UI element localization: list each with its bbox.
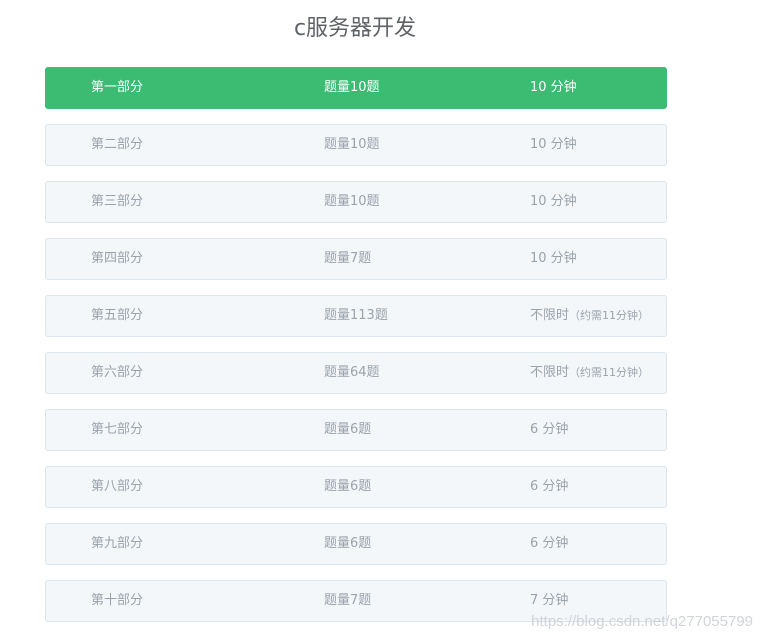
part-time: 10 分钟 <box>530 182 577 222</box>
part-question-count: 题量64题 <box>324 365 380 380</box>
part-time-value: 7 分钟 <box>530 593 569 608</box>
part-row-1[interactable]: 第一部分 题量10题 10 分钟 <box>45 67 667 109</box>
part-time-value: 10 分钟 <box>530 251 577 266</box>
part-question-count: 题量6题 <box>324 422 372 437</box>
part-question-count: 题量10题 <box>324 194 380 209</box>
part-name: 第十部分 <box>91 593 144 608</box>
part-time: 10 分钟 <box>530 239 577 279</box>
watermark-text: https://blog.csdn.net/q277055799 <box>531 613 753 630</box>
part-question-count: 题量7题 <box>324 251 372 266</box>
part-time-value: 不限时 <box>530 308 570 323</box>
part-time-value: 6 分钟 <box>530 422 569 437</box>
part-question-count: 题量6题 <box>324 536 372 551</box>
part-name: 第二部分 <box>91 137 144 152</box>
part-row-4[interactable]: 第四部分 题量7题 10 分钟 <box>45 238 667 280</box>
part-time-value: 10 分钟 <box>530 80 577 95</box>
part-row-6[interactable]: 第六部分 题量64题 不限时（约需11分钟） <box>45 352 667 394</box>
part-row-5[interactable]: 第五部分 题量113题 不限时（约需11分钟） <box>45 295 667 337</box>
part-time: 10 分钟 <box>530 125 577 165</box>
part-row-2[interactable]: 第二部分 题量10题 10 分钟 <box>45 124 667 166</box>
part-name: 第一部分 <box>91 80 144 95</box>
part-question-count: 题量6题 <box>324 479 372 494</box>
part-row-3[interactable]: 第三部分 题量10题 10 分钟 <box>45 181 667 223</box>
part-time: 6 分钟 <box>530 467 568 507</box>
part-name: 第五部分 <box>91 308 144 323</box>
part-question-count: 题量113题 <box>324 308 388 323</box>
part-name: 第四部分 <box>91 251 144 266</box>
part-time-note: （约需11分钟） <box>569 366 650 379</box>
part-row-8[interactable]: 第八部分 题量6题 6 分钟 <box>45 466 667 508</box>
part-time-value: 6 分钟 <box>530 536 569 551</box>
part-time: 10 分钟 <box>530 68 577 108</box>
part-time-value: 不限时 <box>530 365 570 380</box>
part-time: 6 分钟 <box>530 524 568 564</box>
part-name: 第八部分 <box>91 479 144 494</box>
part-time-value: 10 分钟 <box>530 137 577 152</box>
part-time: 6 分钟 <box>530 410 568 450</box>
part-name: 第九部分 <box>91 536 144 551</box>
part-question-count: 题量10题 <box>324 80 380 95</box>
part-row-9[interactable]: 第九部分 题量6题 6 分钟 <box>45 523 667 565</box>
part-time-note: （约需11分钟） <box>569 309 650 322</box>
part-name: 第六部分 <box>91 365 144 380</box>
part-time-value: 6 分钟 <box>530 479 569 494</box>
part-time: 不限时（约需11分钟） <box>530 353 649 393</box>
part-time-value: 10 分钟 <box>530 194 577 209</box>
page-title: c服务器开发 <box>293 16 417 41</box>
parts-list: 第一部分 题量10题 10 分钟 第二部分 题量10题 10 分钟 第三部分 题… <box>45 67 667 637</box>
part-name: 第七部分 <box>91 422 144 437</box>
part-name: 第三部分 <box>91 194 144 209</box>
part-row-7[interactable]: 第七部分 题量6题 6 分钟 <box>45 409 667 451</box>
part-question-count: 题量7题 <box>324 593 372 608</box>
part-time: 不限时（约需11分钟） <box>530 296 649 336</box>
part-question-count: 题量10题 <box>324 137 380 152</box>
